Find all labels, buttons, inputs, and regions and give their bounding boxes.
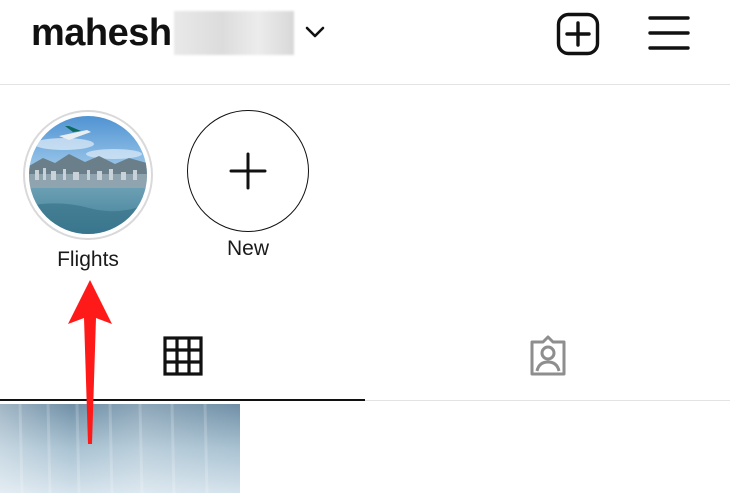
plus-icon bbox=[229, 152, 267, 190]
tab-posts-grid[interactable] bbox=[0, 312, 365, 401]
new-highlight-circle[interactable] bbox=[187, 110, 309, 232]
tab-tagged[interactable] bbox=[365, 312, 730, 400]
highlight-flights[interactable]: Flights bbox=[22, 110, 154, 272]
new-highlight-button[interactable]: New bbox=[186, 110, 310, 261]
highlight-cover-image bbox=[29, 116, 147, 234]
active-tab-indicator bbox=[0, 399, 365, 401]
chevron-down-icon[interactable] bbox=[303, 20, 327, 44]
new-highlight-label: New bbox=[226, 237, 269, 260]
hamburger-menu-icon[interactable] bbox=[648, 14, 690, 52]
highlight-label: Flights bbox=[57, 248, 119, 271]
username-text: mahesh bbox=[31, 12, 172, 54]
redacted-username-blur bbox=[173, 11, 294, 55]
username-switcher[interactable]: mahesh bbox=[31, 8, 294, 58]
annotation-arrow-icon bbox=[68, 280, 112, 444]
highlight-ring bbox=[23, 110, 153, 240]
grid-icon bbox=[162, 336, 203, 376]
plus-square-icon[interactable] bbox=[556, 12, 600, 56]
post-thumbnail[interactable] bbox=[0, 404, 240, 493]
profile-header: mahesh bbox=[0, 0, 730, 85]
tagged-person-icon bbox=[530, 335, 565, 376]
